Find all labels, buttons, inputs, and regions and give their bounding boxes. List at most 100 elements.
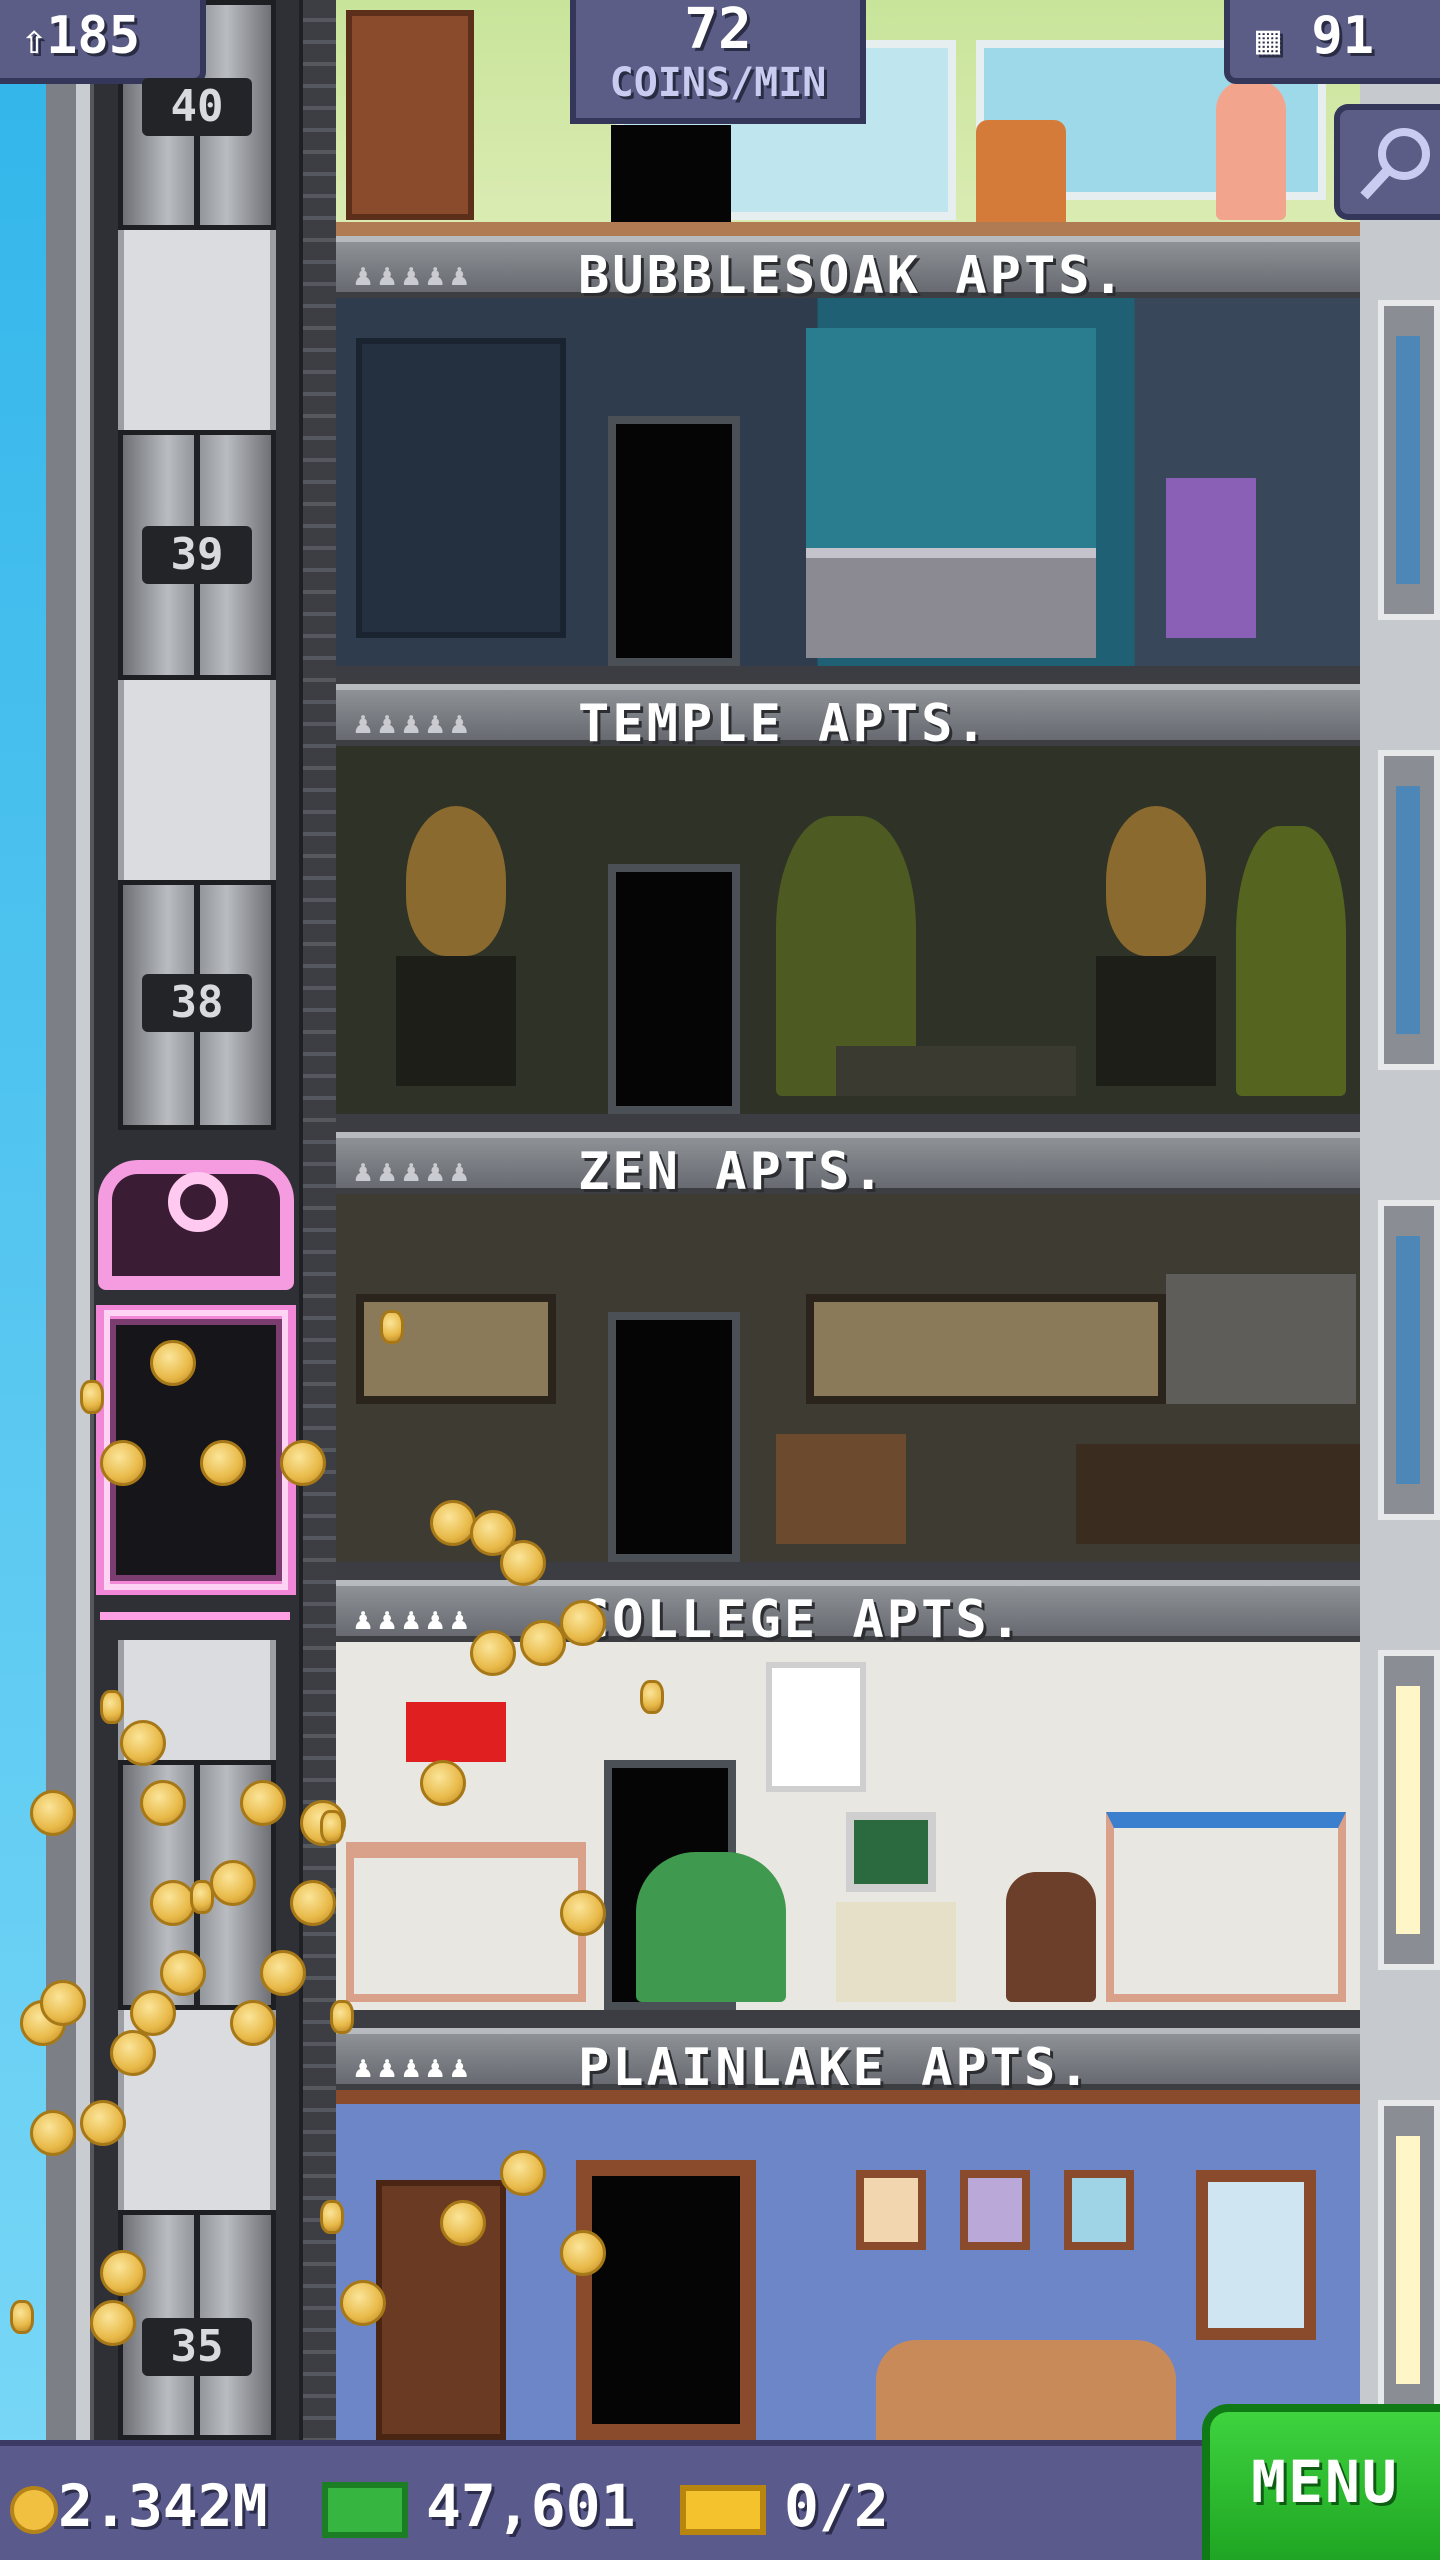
coin-icon: [110, 2030, 156, 2076]
plant: [1236, 826, 1346, 1096]
floor-number-38: 38: [142, 974, 252, 1032]
picture-frame: [960, 2170, 1030, 2250]
bench: [836, 1046, 1076, 1096]
coin-icon: [640, 1680, 664, 1714]
shaft-rail-left: [76, 0, 94, 2440]
coin-icon: [10, 2485, 58, 2534]
coin-icon: [320, 2200, 344, 2234]
armchair: [976, 120, 1066, 230]
coin-icon: [210, 1860, 256, 1906]
coin-icon: [430, 1500, 476, 1546]
resident[interactable]: [1006, 1872, 1096, 2002]
floor-number-35: 35: [142, 2318, 252, 2376]
picture-frame: [856, 2170, 926, 2250]
resident[interactable]: [1216, 80, 1286, 220]
bux-balance[interactable]: 47,601: [322, 2446, 636, 2560]
floor-plainlake[interactable]: ♟♟♟♟♟ PLAINLAKE APTS.: [336, 2028, 1360, 2440]
facade-window: [1378, 1650, 1440, 1970]
coin-icon: [30, 2110, 76, 2156]
statue-pedestal: [396, 956, 516, 1086]
floor-name: COLLEGE APTS.: [578, 1590, 1024, 1650]
coin-icon: [90, 2300, 136, 2346]
elevator-car-base: [100, 1612, 290, 1636]
sky-strip: [0, 0, 46, 2560]
coin-icon: [200, 1440, 246, 1486]
coin-icon: [340, 2280, 386, 2326]
coin-icon: [320, 1810, 344, 1844]
floor-temple[interactable]: ♟♟♟♟♟ TEMPLE APTS.: [336, 684, 1360, 1132]
floor-name: PLAINLAKE APTS.: [578, 2038, 1093, 2098]
coin-icon: [10, 2300, 34, 2334]
coin-icon: [80, 1380, 104, 1414]
coins-balance[interactable]: 2.342M: [10, 2446, 268, 2560]
coins-per-minute-label: COINS/MIN: [609, 60, 827, 106]
floors-counter[interactable]: ▦ 91: [1224, 0, 1440, 84]
floor-sign: ♟♟♟♟♟ BUBBLESOAK APTS.: [336, 236, 1360, 306]
coin-icon: [280, 1440, 326, 1486]
coin-icon: [240, 1780, 286, 1826]
coins-value: 2.342M: [58, 2472, 268, 2540]
floor-number-40: 40: [142, 78, 252, 136]
cabinet-upper: [1166, 1274, 1356, 1404]
coin-icon: [100, 2250, 146, 2296]
baseboard: [336, 1562, 1360, 1580]
window: [1196, 2170, 1316, 2340]
residents-group[interactable]: [636, 1852, 786, 2002]
coin-icon: [160, 1950, 206, 1996]
cabinet: [776, 1434, 906, 1544]
game-screen: 40 39 38 35 ♟♟♟♟♟ BUBBLESOAK APTS. ♟♟♟♟♟…: [0, 0, 1440, 2560]
low-table: [1076, 1444, 1360, 1544]
coin-icon: [40, 1980, 86, 2026]
coins-per-minute: 72 COINS/MIN: [570, 0, 866, 124]
tickets-value: 0/2: [784, 2472, 889, 2540]
pennant-flag: [406, 1702, 506, 1762]
coin-icon: [560, 1890, 606, 1936]
crt-monitor: [846, 1812, 936, 1892]
coin-icon: [140, 1780, 186, 1826]
coin-icon: [330, 2000, 354, 2034]
room-interior: [336, 746, 1360, 1132]
banknote-icon: [322, 2481, 408, 2538]
coin-icon: [80, 2100, 126, 2146]
floor-name: BUBBLESOAK APTS.: [578, 246, 1127, 306]
coin-icon: [380, 1310, 404, 1344]
elevator-gap: [118, 680, 276, 880]
floors-value: 91: [1311, 6, 1375, 66]
picture-frame: [1064, 2170, 1134, 2250]
bathtub: [806, 548, 1096, 658]
baseboard: [336, 2010, 1360, 2028]
tickets-balance[interactable]: 0/2: [680, 2446, 889, 2560]
floor-name: TEMPLE APTS.: [578, 694, 990, 754]
window: [806, 1294, 1166, 1404]
facade-window: [1378, 1200, 1440, 1520]
floor-sign: ♟♟♟♟♟ PLAINLAKE APTS.: [336, 2028, 1360, 2098]
floorboard: [336, 222, 1360, 236]
resident-slots: ♟♟♟♟♟: [354, 2050, 475, 2085]
coin-icon: [30, 1790, 76, 1836]
baseboard: [336, 666, 1360, 684]
residents-group[interactable]: [876, 2340, 1176, 2440]
facade-window: [1378, 300, 1440, 620]
bux-value: 47,601: [426, 2472, 636, 2540]
menu-button[interactable]: MENU: [1202, 2404, 1440, 2560]
room-interior: [336, 298, 1360, 684]
coin-icon: [420, 1760, 466, 1806]
desk: [346, 1842, 586, 2002]
coin-icon: [500, 1540, 546, 1586]
population-counter[interactable]: ⇧185: [0, 0, 206, 84]
floor-name: ZEN APTS.: [578, 1142, 887, 1202]
shaft-rail-right: [299, 0, 339, 2440]
doorway: [576, 2160, 756, 2440]
coin-icon: [520, 1620, 566, 1666]
coin-icon: [470, 1630, 516, 1676]
coins-per-minute-value: 72: [684, 0, 752, 62]
doorway: [608, 416, 740, 666]
baseboard: [336, 1114, 1360, 1132]
magnifier-icon: [1360, 128, 1430, 200]
side-table: [1166, 478, 1256, 638]
floor-bubblesoak[interactable]: ♟♟♟♟♟ BUBBLESOAK APTS.: [336, 236, 1360, 684]
search-button[interactable]: [1334, 104, 1440, 220]
coin-icon: [260, 1950, 306, 1996]
coin-icon: [150, 1340, 196, 1386]
coin-icon: [500, 2150, 546, 2196]
